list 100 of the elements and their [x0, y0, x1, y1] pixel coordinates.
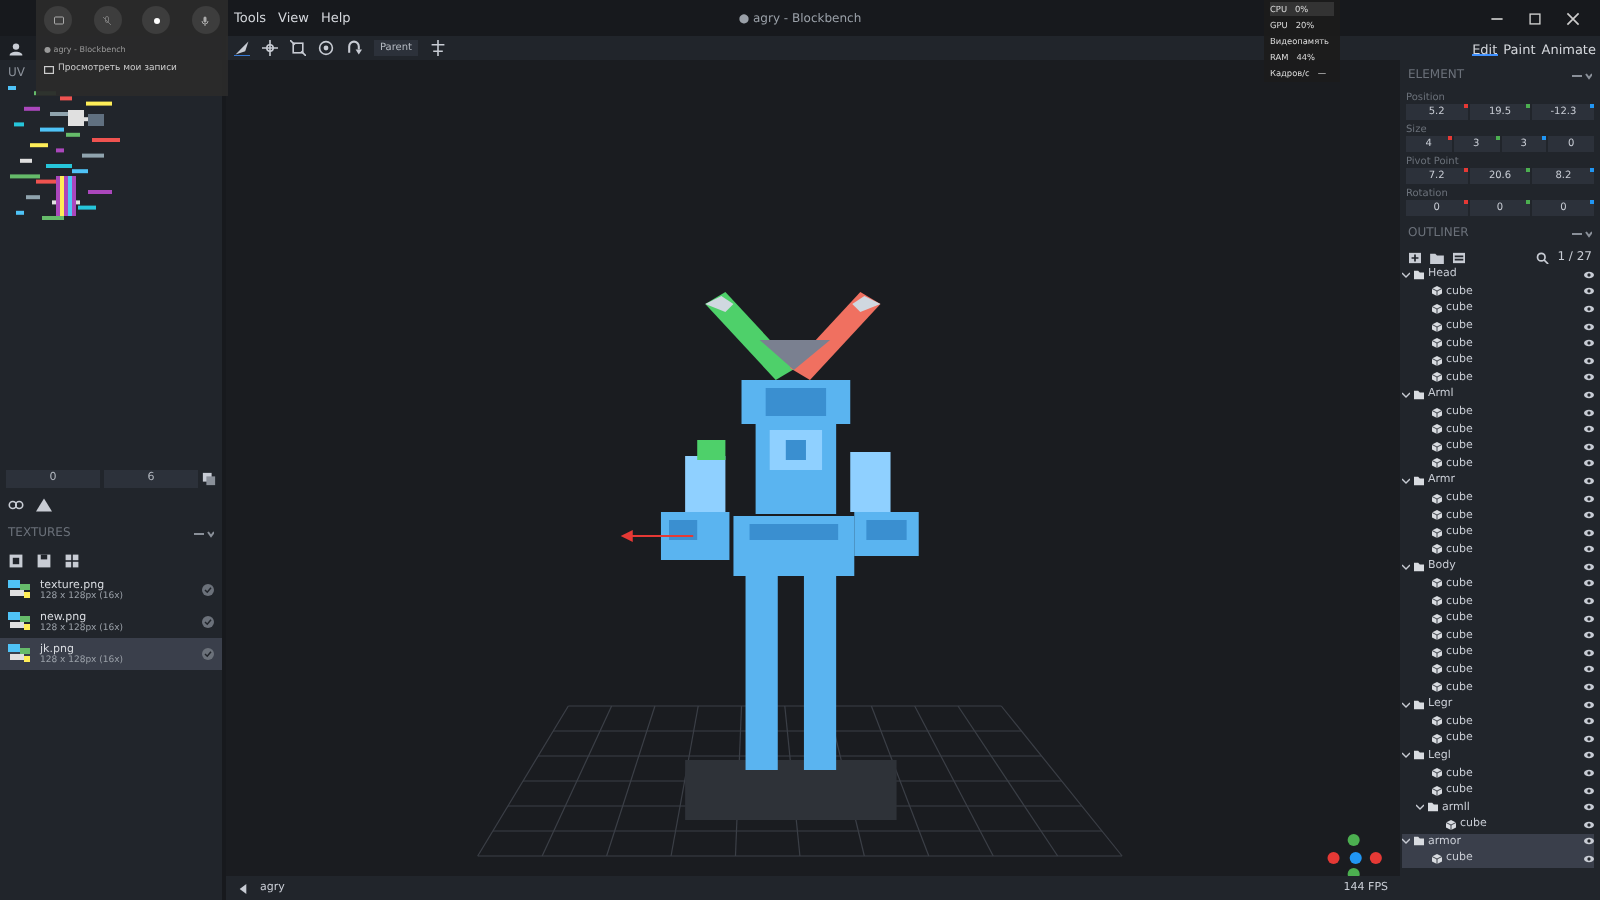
collapse-icon[interactable] [194, 529, 214, 537]
eye-icon[interactable] [1584, 682, 1594, 693]
cube-icon [1432, 733, 1442, 744]
warning-icon[interactable] [36, 498, 52, 512]
eye-icon[interactable] [1584, 768, 1594, 779]
cube-icon [1432, 338, 1442, 349]
eye-icon[interactable] [1584, 475, 1594, 486]
cube-icon [1432, 441, 1442, 452]
record-button[interactable] [142, 6, 171, 34]
eye-icon[interactable] [1584, 853, 1594, 864]
search-icon[interactable] [1535, 251, 1550, 263]
check-icon[interactable] [202, 648, 214, 660]
eye-icon[interactable] [1584, 561, 1594, 572]
eye-icon[interactable] [1584, 836, 1594, 847]
mic-off-icon [102, 15, 113, 25]
mic-button[interactable] [191, 6, 220, 34]
eye-icon[interactable] [1584, 338, 1594, 349]
cube-icon [1432, 716, 1442, 727]
pivot-icon[interactable] [318, 40, 334, 56]
eye-icon[interactable] [1584, 699, 1594, 710]
eye-icon[interactable] [1584, 355, 1594, 366]
eye-icon[interactable] [1584, 613, 1594, 624]
texture-thumbnail-icon [8, 580, 32, 600]
add-cube-icon[interactable] [1408, 251, 1422, 263]
cube-icon [1432, 493, 1442, 504]
eye-icon[interactable] [1584, 664, 1594, 675]
eye-icon[interactable] [1584, 458, 1594, 469]
person-icon[interactable] [8, 41, 24, 55]
eye-icon[interactable] [1584, 389, 1594, 400]
move-icon[interactable] [262, 40, 278, 56]
cube-icon [1432, 372, 1442, 383]
eye-icon[interactable] [1584, 372, 1594, 383]
caret-icon[interactable] [1402, 750, 1410, 761]
caret-icon[interactable] [1402, 389, 1410, 400]
eye-icon[interactable] [1584, 630, 1594, 641]
caret-icon[interactable] [1402, 699, 1410, 710]
caret-icon[interactable] [1416, 802, 1424, 813]
eye-icon[interactable] [1584, 596, 1594, 607]
list-icon[interactable] [1452, 251, 1466, 263]
move-arrow-icon[interactable] [620, 530, 694, 542]
eye-icon[interactable] [1584, 441, 1594, 452]
caret-icon[interactable] [1402, 269, 1410, 280]
cube-icon [1432, 286, 1442, 297]
eye-icon[interactable] [1584, 785, 1594, 796]
eye-icon[interactable] [1584, 493, 1594, 504]
mirror-icon[interactable] [430, 40, 447, 56]
check-icon[interactable] [202, 584, 214, 596]
folder-icon [1428, 802, 1438, 813]
cube-icon [1432, 853, 1442, 864]
grid-icon[interactable] [64, 554, 80, 568]
folder-icon [1414, 750, 1424, 761]
add-folder-icon[interactable] [1430, 251, 1444, 263]
resize-icon[interactable] [290, 40, 306, 56]
folder-icon [1414, 389, 1424, 400]
folder-icon [1414, 836, 1424, 847]
cube-icon [1432, 578, 1442, 589]
cube-icon [1432, 321, 1442, 332]
eye-icon[interactable] [1584, 424, 1594, 435]
collapse-icon[interactable] [1572, 229, 1592, 237]
texture-thumbnail-icon [8, 612, 32, 632]
mic-icon [200, 15, 211, 25]
link-icon[interactable] [8, 498, 24, 512]
cube-icon [1432, 630, 1442, 641]
check-icon[interactable] [202, 616, 214, 628]
eye-icon[interactable] [1584, 407, 1594, 418]
eye-icon[interactable] [1584, 647, 1594, 658]
eye-icon[interactable] [1584, 802, 1594, 813]
cube-icon [1432, 596, 1442, 607]
cube-icon [1446, 819, 1456, 830]
cube-icon [1432, 544, 1442, 555]
caret-icon[interactable] [1402, 561, 1410, 572]
eye-icon[interactable] [1584, 303, 1594, 314]
cube-icon [1432, 785, 1442, 796]
caret-icon[interactable] [1402, 475, 1410, 486]
eye-icon[interactable] [1584, 578, 1594, 589]
save-icon[interactable] [36, 554, 52, 568]
eye-icon[interactable] [1584, 269, 1594, 280]
eye-icon[interactable] [1584, 750, 1594, 761]
eye-icon[interactable] [1584, 819, 1594, 830]
back-icon[interactable] [238, 883, 248, 893]
eye-icon[interactable] [1584, 733, 1594, 744]
copy-icon[interactable] [202, 472, 216, 486]
close-icon[interactable] [1566, 11, 1580, 25]
camera-button[interactable] [44, 6, 72, 34]
axis-gizmo-icon[interactable] [1327, 834, 1382, 876]
import-icon[interactable] [8, 554, 24, 568]
rotate-icon[interactable] [346, 40, 362, 56]
pointer-icon[interactable] [234, 40, 250, 56]
cube-icon [1432, 647, 1442, 658]
eye-icon[interactable] [1584, 716, 1594, 727]
caret-icon[interactable] [1402, 836, 1410, 847]
record-icon [151, 15, 162, 25]
maximize-icon[interactable] [1528, 11, 1542, 25]
eye-icon[interactable] [1584, 544, 1594, 555]
eye-icon[interactable] [1584, 286, 1594, 297]
collapse-icon[interactable] [1572, 71, 1592, 79]
mic-off-button[interactable] [93, 6, 122, 34]
eye-icon[interactable] [1584, 510, 1594, 521]
eye-icon[interactable] [1584, 321, 1594, 332]
eye-icon[interactable] [1584, 527, 1594, 538]
